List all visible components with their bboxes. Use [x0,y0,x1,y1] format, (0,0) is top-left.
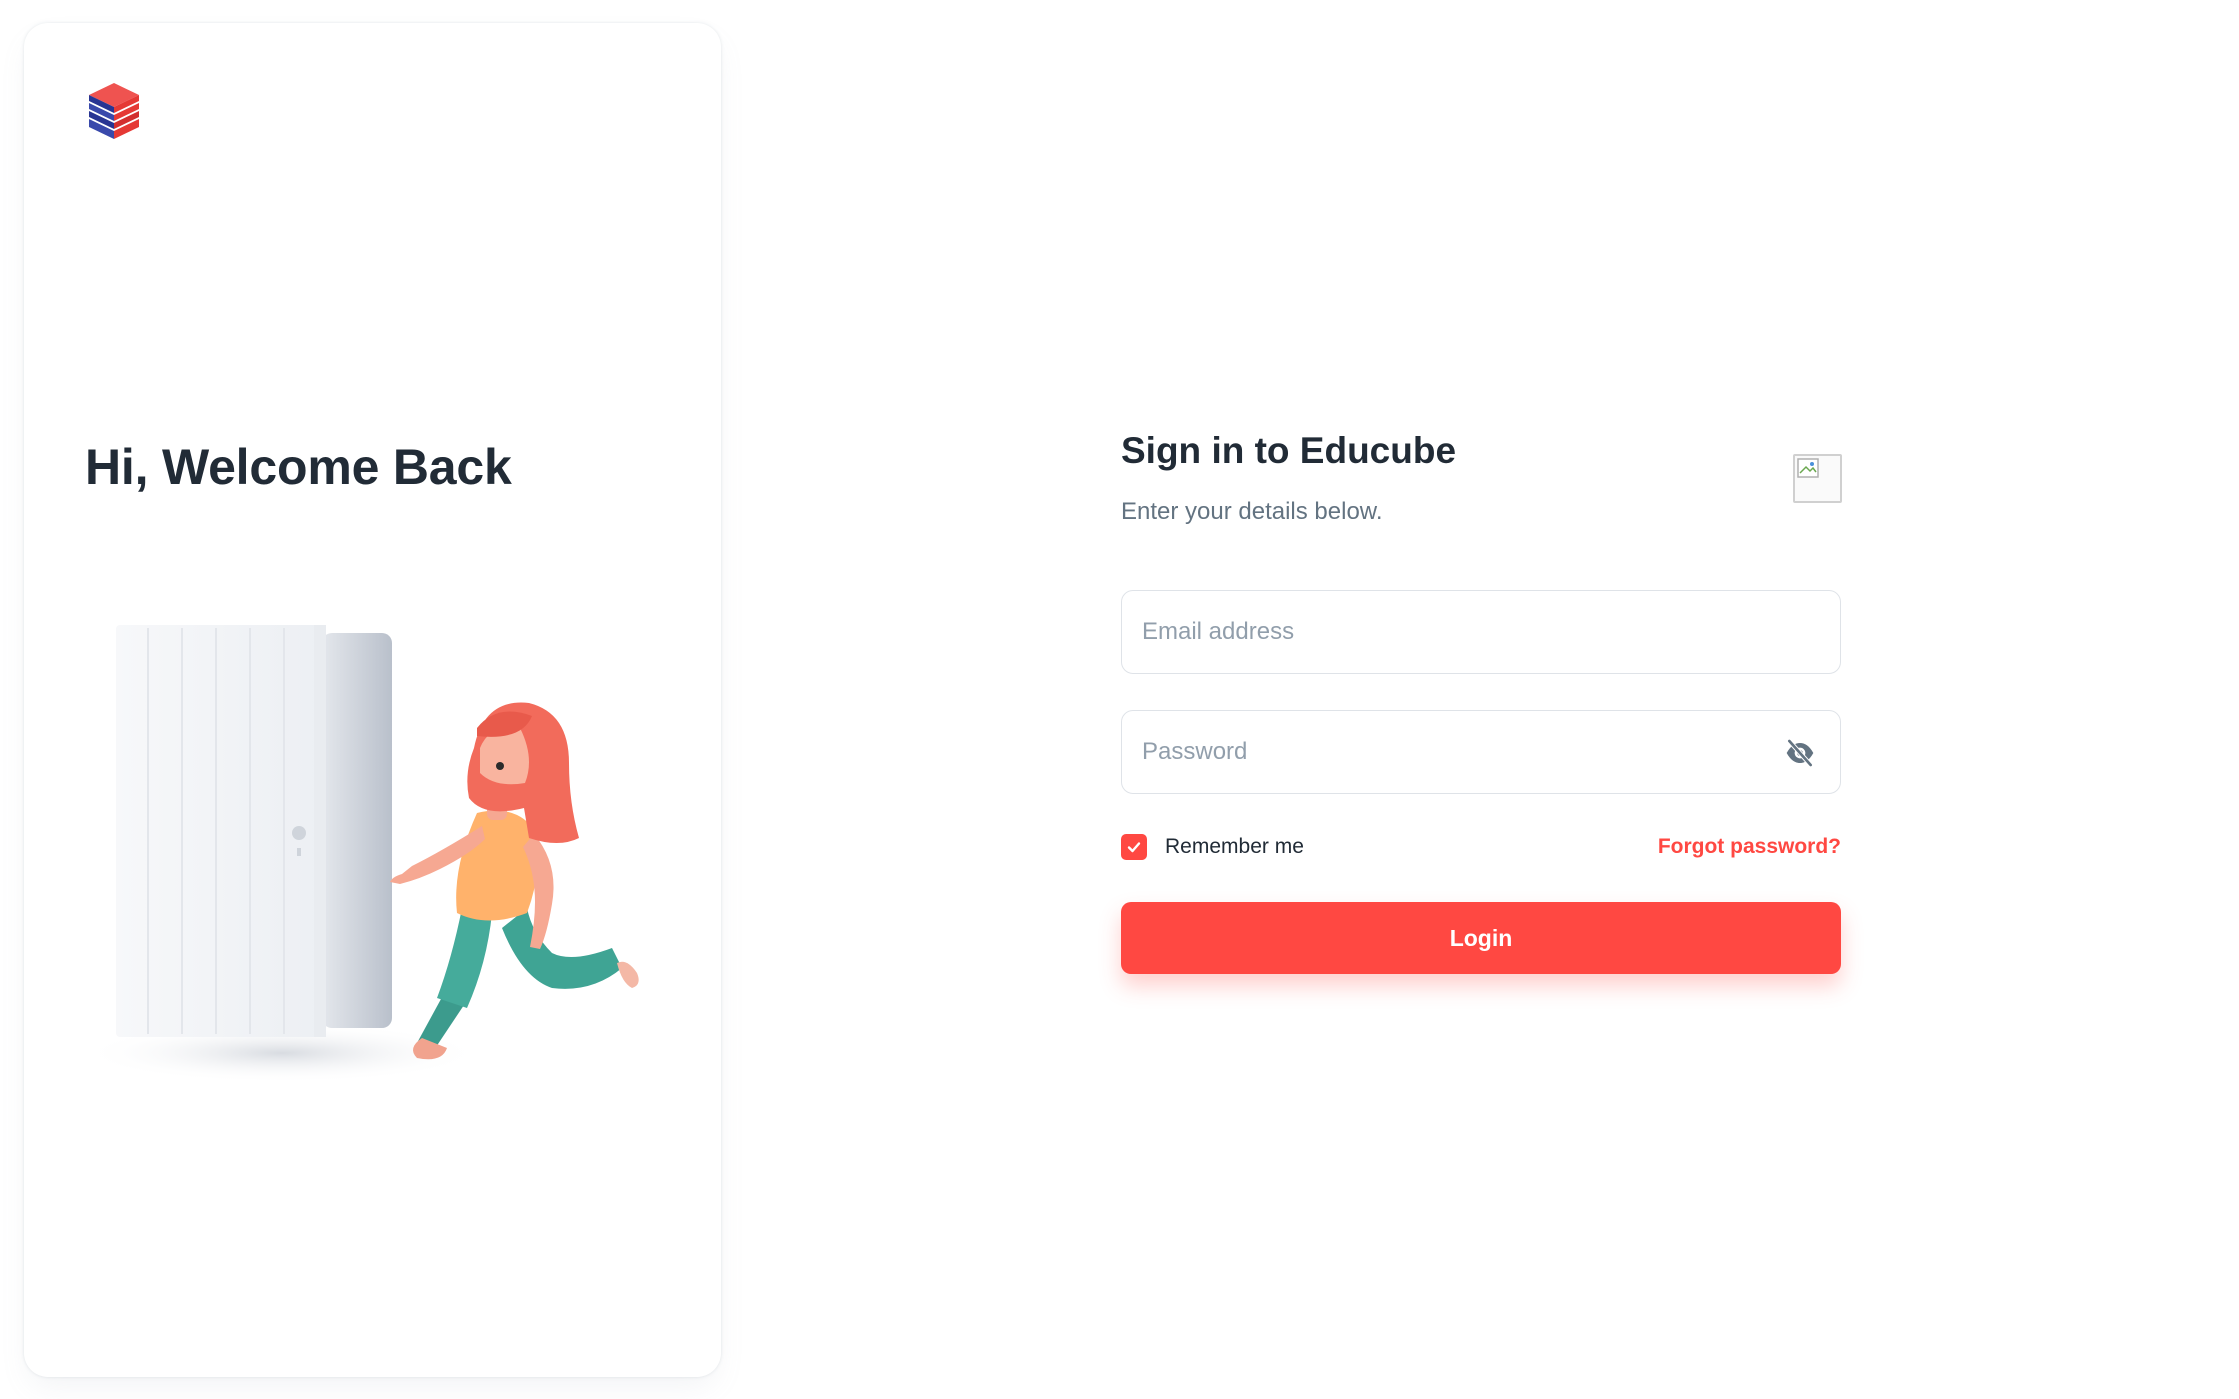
welcome-heading: Hi, Welcome Back [85,439,512,495]
remember-label: Remember me [1165,835,1304,858]
email-input[interactable] [1142,591,1782,673]
login-button[interactable]: Login [1121,902,1841,974]
check-icon [1127,842,1141,853]
woman-running-from-door-illustration [82,625,639,1083]
remember-checkbox[interactable] [1121,834,1147,860]
email-field[interactable] [1121,590,1841,674]
welcome-panel: Hi, Welcome Back [24,23,721,1377]
remember-me[interactable]: Remember me [1121,834,1304,860]
password-input[interactable] [1142,711,1782,793]
signin-title: Sign in to Educube [1121,430,1457,471]
password-field[interactable] [1121,710,1841,794]
eye-off-icon[interactable] [1784,737,1816,769]
signin-subtitle: Enter your details below. [1121,498,1383,525]
cube-stack-logo-icon [89,83,139,139]
broken-image-icon [1793,454,1842,503]
forgot-password-link[interactable]: Forgot password? [1658,835,1841,859]
